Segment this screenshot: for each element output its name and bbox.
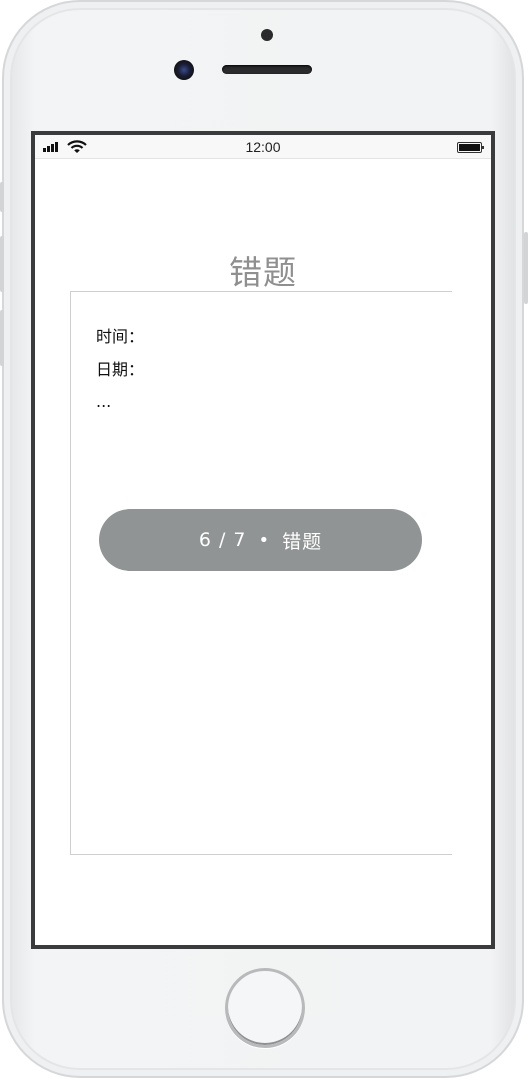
volume-down-button (0, 310, 4, 366)
volume-up-button (0, 236, 4, 292)
phone-screen: 12:00 错题 时间： 日期： ... 6 / 7 • 错题 (31, 131, 495, 949)
earpiece-speaker (222, 65, 312, 74)
date-label: 日期： (96, 360, 145, 379)
mute-switch (0, 182, 4, 212)
battery-icon (457, 142, 484, 153)
time-label: 时间： (96, 327, 145, 346)
progress-counter: 6 / 7 (198, 529, 247, 551)
mockup-stage: 12:00 错题 时间： 日期： ... 6 / 7 • 错题 (0, 0, 528, 1080)
home-button[interactable] (225, 968, 305, 1048)
proximity-sensor (261, 29, 273, 41)
content-card: 时间： 日期： ... 6 / 7 • 错题 (70, 291, 452, 855)
power-button (524, 232, 528, 304)
status-bar: 12:00 (35, 135, 491, 159)
progress-pill-button[interactable]: 6 / 7 • 错题 (99, 509, 422, 571)
page-title: 错题 (229, 253, 297, 292)
front-camera (174, 60, 194, 80)
progress-label: 错题 (282, 530, 323, 553)
status-time: 12:00 (245, 139, 281, 155)
more-ellipsis: ... (96, 392, 112, 411)
separator-dot: • (258, 529, 271, 551)
